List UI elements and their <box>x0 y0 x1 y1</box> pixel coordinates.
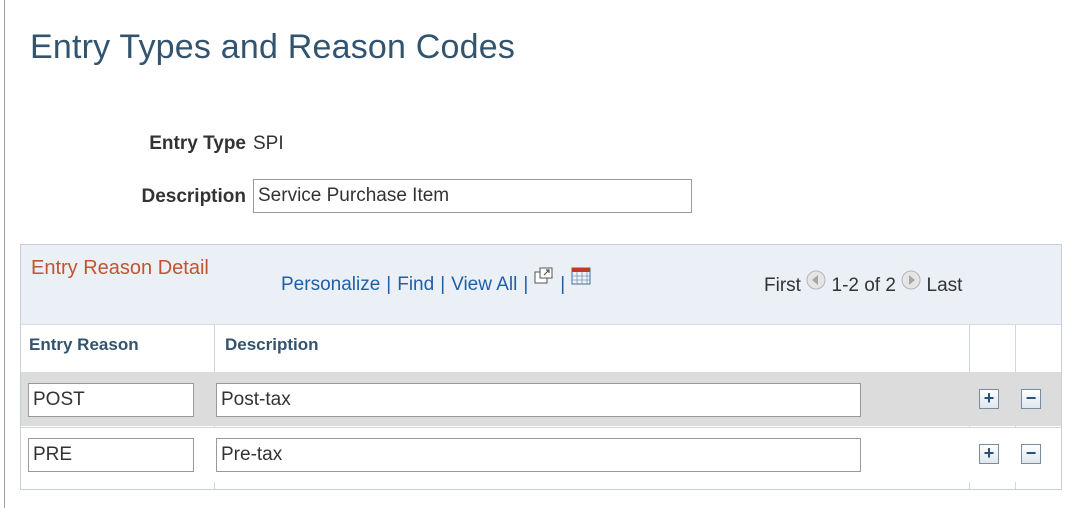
delete-row-button[interactable]: − <box>1021 444 1041 464</box>
table-row: + − <box>21 427 1061 482</box>
add-row-button[interactable]: + <box>979 389 999 409</box>
add-row-button[interactable]: + <box>979 444 999 464</box>
find-link[interactable]: Find <box>397 274 434 295</box>
grid-toolbar: Personalize | Find | View All | | <box>281 267 591 297</box>
column-header-entry-reason[interactable]: Entry Reason <box>29 335 139 355</box>
spreadsheet-icon[interactable] <box>571 267 591 291</box>
view-all-link[interactable]: View All <box>451 274 517 295</box>
prev-arrow-icon[interactable] <box>806 270 826 296</box>
description-label: Description <box>141 186 246 207</box>
entry-type-label: Entry Type <box>149 133 246 154</box>
grid-header: Entry Reason Detail Personalize | Find | Vie… <box>21 245 1061 325</box>
table-row: + − <box>21 372 1061 426</box>
left-border <box>4 0 5 508</box>
entry-type-value: SPI <box>253 133 284 154</box>
toolbar-separator: | <box>560 274 566 296</box>
grid-pager: First 1-2 of 2 Last <box>764 270 963 299</box>
row-description-field[interactable] <box>216 383 861 417</box>
page-title: Entry Types and Reason Codes <box>30 28 516 66</box>
personalize-link[interactable]: Personalize <box>281 274 380 295</box>
entry-reason-field[interactable] <box>28 383 194 417</box>
toolbar-separator: | <box>523 274 529 296</box>
page-range: 1-2 of 2 <box>831 275 896 297</box>
row-description-field[interactable] <box>216 438 861 472</box>
grid-title: Entry Reason Detail <box>31 257 209 279</box>
delete-row-button[interactable]: − <box>1021 389 1041 409</box>
column-header-description[interactable]: Description <box>225 335 319 355</box>
description-field[interactable] <box>253 179 692 213</box>
entry-reason-field[interactable] <box>28 438 194 472</box>
entry-reason-grid: Entry Reason Detail Personalize | Find | Vie… <box>20 244 1062 490</box>
last-label: Last <box>926 275 963 297</box>
first-label: First <box>764 275 801 297</box>
new-window-icon[interactable] <box>534 267 554 291</box>
toolbar-separator: | <box>440 274 446 296</box>
toolbar-separator: | <box>386 274 392 296</box>
next-arrow-icon[interactable] <box>901 270 921 296</box>
